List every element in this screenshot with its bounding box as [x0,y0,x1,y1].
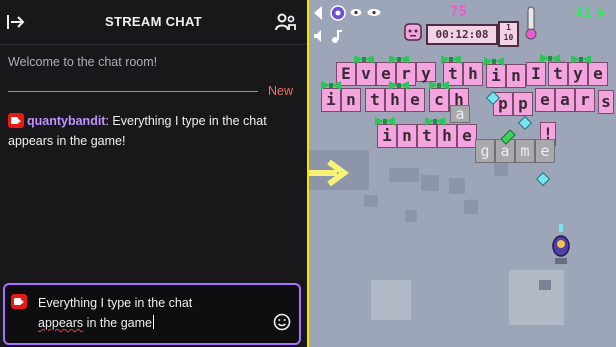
eye-icon [367,9,381,16]
green-bow-icon [321,81,341,90]
letter-tile: e [405,88,425,112]
green-bow-icon [354,55,374,64]
score-counter: 75 [450,4,467,20]
letter-tile-gray: g [475,139,495,163]
spellcheck-word: appears [38,316,84,330]
background-block [539,280,551,290]
green-bow-icon [425,117,445,126]
letter-tile: t [417,124,437,148]
background-block [421,175,439,191]
letter-tile: I [526,62,546,86]
fps-counter: 41 [575,5,592,21]
player-character [552,224,570,264]
letter-tile: s [598,90,614,114]
background-block [464,200,478,214]
letter-tile: i [321,88,341,112]
chat-input[interactable]: Everything I type in the chat appears in… [3,283,301,345]
letter-tile-gray: m [515,139,535,163]
letter-tile: e [588,62,608,86]
gem-pickup [517,115,533,131]
text-caret [152,315,154,329]
letter-tile: i [377,124,397,148]
lightning-icon [596,6,606,20]
letter-tile: c [429,88,449,112]
letter-tile: p [513,92,533,116]
green-bow-icon [484,57,504,66]
background-block [371,280,411,320]
green-bow-icon [441,55,461,64]
background-block [509,270,564,325]
green-bow-icon [375,117,395,126]
broadcaster-badge-icon[interactable] [8,113,24,128]
letter-tile: i [486,64,506,88]
green-bow-icon [540,54,560,63]
yellow-arrow-icon [309,160,349,186]
letter-tile: n [397,124,417,148]
chat-title: STREAM CHAT [105,14,202,29]
emote-smiley-icon[interactable] [273,313,291,331]
chat-input-line-2: appears in the game [38,313,258,333]
settings-eye-icon[interactable] [330,5,346,21]
eye-icon [350,9,362,16]
chat-input-line-1: Everything I type in the chat [38,296,193,310]
gem-pickup [535,171,551,187]
music-note-icon[interactable] [331,29,343,43]
new-messages-divider-line [8,91,258,92]
broadcaster-badge-icon [11,294,27,309]
character-face-icon [404,23,422,41]
thermometer-icon [525,6,537,40]
background-block [364,195,378,207]
letter-tile: v [356,62,376,86]
background-block [449,178,465,194]
letter-tile: h [437,124,457,148]
background-block [494,162,508,176]
letter-tile: r [575,88,595,112]
letter-tile: t [365,88,385,112]
letter-tile: h [385,88,405,112]
letter-tile-gray: a [450,105,470,123]
green-bow-icon [571,55,591,64]
letter-tile: a [555,88,575,112]
back-arrow-icon[interactable] [313,6,323,20]
letter-tile: e [535,88,555,112]
level-current: 1 [506,23,511,32]
chat-header: STREAM CHAT [0,0,307,45]
letter-tile: n [506,64,526,88]
green-bow-icon [429,81,449,90]
letter-tile: n [341,88,361,112]
letter-tile: h [463,62,483,86]
green-bow-icon [389,55,409,64]
letter-tile-gray: e [535,139,555,163]
letter-tile: y [568,62,588,86]
letter-tile: e [457,124,477,148]
chat-message: quantybandit: Everything I type in the c… [8,111,298,151]
community-users-icon[interactable] [275,12,297,32]
background-block [389,168,419,182]
letter-tile: y [416,62,436,83]
game-viewport[interactable]: 75 00:12:08 110 41 E v e r y t h i n g I… [309,0,616,347]
background-block [405,210,417,222]
chat-input-text[interactable]: Everything I type in the chat appears in… [38,293,258,333]
level-indicator: 1 10 [498,21,519,47]
chat-input-line-2-rest: in the game [83,316,152,330]
chat-panel: STREAM CHAT Welcome to the chat room! Ne… [0,0,307,347]
new-messages-label: New [267,84,293,98]
chat-username[interactable]: quantybandit [27,114,105,128]
level-total: 10 [503,33,514,42]
green-bow-icon [389,81,409,90]
game-timer: 00:12:08 [426,24,498,45]
sound-icon[interactable] [313,29,327,43]
letter-tile: t [548,62,568,86]
welcome-message: Welcome to the chat room! [8,55,158,69]
